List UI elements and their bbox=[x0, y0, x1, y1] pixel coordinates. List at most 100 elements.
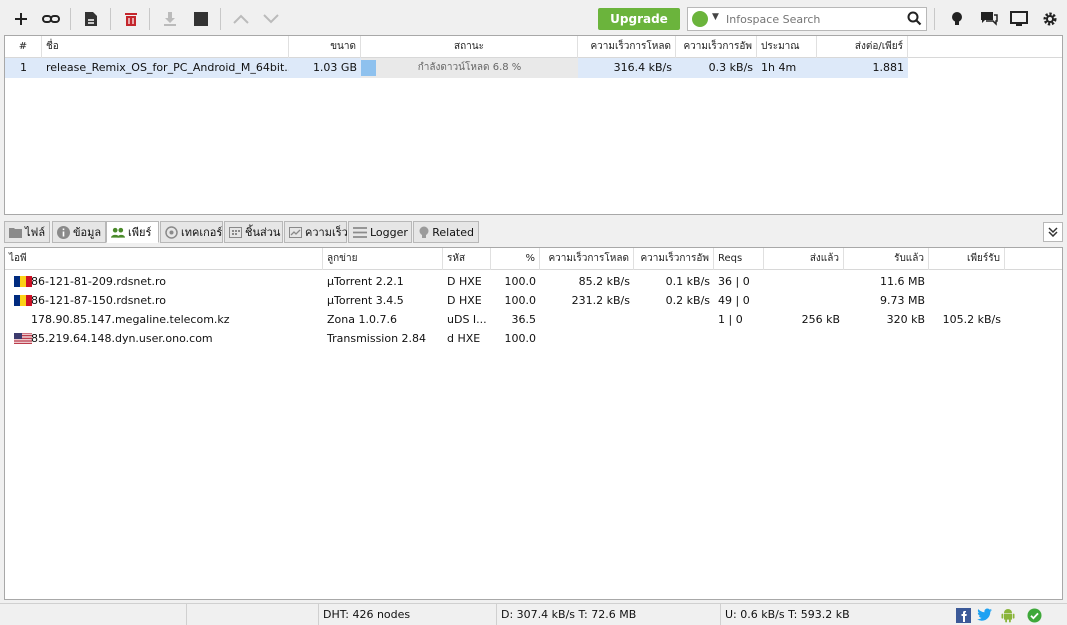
torrent-index: 1 bbox=[20, 61, 27, 74]
upgrade-button[interactable]: Upgrade bbox=[598, 8, 680, 30]
col-header-percent[interactable]: % bbox=[491, 248, 540, 270]
tab-trackers[interactable]: เทคเกอร์ bbox=[160, 221, 223, 243]
tab-label: Logger bbox=[370, 225, 408, 239]
delete-icon[interactable] bbox=[119, 7, 143, 31]
info-icon bbox=[57, 225, 70, 239]
peer-row[interactable]: 86-121-87-150.rdsnet.ro µTorrent 3.4.5 D H… bbox=[5, 291, 1005, 310]
tab-label: ความเร็ว bbox=[305, 226, 348, 239]
peer-row[interactable]: 85.219.64.148.dyn.user.ono.com Transmissi… bbox=[5, 329, 1005, 348]
torrent-status: กำลังดาวน์โหลด 6.8 % bbox=[361, 58, 578, 78]
torrent-row[interactable]: 1 release_Remix_OS_for_PC_Android_M_64bi… bbox=[5, 58, 908, 78]
peer-downloaded bbox=[844, 329, 929, 348]
status-ok-icon[interactable] bbox=[1026, 607, 1042, 623]
utorrent-logo-icon[interactable] bbox=[692, 11, 708, 27]
peer-percent: 100.0 bbox=[504, 275, 537, 288]
peers-icon bbox=[111, 225, 125, 239]
status-bar: DHT: 426 nodes D: 307.4 kB/s T: 72.6 MB … bbox=[0, 603, 1067, 625]
tab-peers[interactable]: เพียร์ bbox=[106, 221, 159, 243]
peer-down-speed: 85.2 kB/s bbox=[578, 275, 630, 288]
col-header-name[interactable]: ชื่อ bbox=[42, 36, 289, 58]
upload-status: U: 0.6 kB/s T: 593.2 kB bbox=[720, 604, 946, 625]
move-up-icon[interactable] bbox=[229, 7, 253, 31]
collapse-panel-button[interactable] bbox=[1043, 222, 1063, 242]
tab-speed[interactable]: ความเร็ว bbox=[284, 221, 348, 243]
torrent-ratio: 1.881 bbox=[872, 61, 905, 74]
peer-down-speed: 231.2 kB/s bbox=[571, 294, 630, 307]
peer-percent: 100.0 bbox=[504, 294, 537, 307]
add-link-icon[interactable] bbox=[39, 7, 63, 31]
tab-label: Related bbox=[432, 225, 474, 239]
peer-row[interactable]: 86-121-81-209.rdsnet.ro µTorrent 2.2.1 D H… bbox=[5, 272, 1005, 291]
col-header-status[interactable]: สถานะ bbox=[361, 36, 578, 58]
col-header-downloaded[interactable]: รับแล้ว bbox=[844, 248, 929, 270]
peer-flags: d HXE bbox=[447, 332, 481, 345]
tab-related[interactable]: Related bbox=[413, 221, 479, 243]
peer-client: Transmission 2.84 bbox=[327, 332, 427, 345]
col-header-peer-dl[interactable]: เพียร์รับ bbox=[929, 248, 1005, 270]
pieces-icon bbox=[229, 225, 242, 239]
status-cell-empty bbox=[186, 604, 318, 625]
peer-ip: 178.90.85.147.megaline.telecom.kz bbox=[31, 313, 230, 326]
torrent-status-text: กำลังดาวน์โหลด 6.8 % bbox=[417, 62, 522, 73]
col-header-size[interactable]: ขนาด bbox=[289, 36, 361, 58]
peer-ip: 85.219.64.148.dyn.user.ono.com bbox=[31, 332, 213, 345]
peer-up-speed bbox=[634, 310, 714, 329]
col-header-ratio[interactable]: ส่งต่อ/เพียร์ bbox=[817, 36, 908, 58]
col-header-flags[interactable]: รหัส bbox=[443, 248, 491, 270]
col-header-uploaded[interactable]: ส่งแล้ว bbox=[764, 248, 844, 270]
peer-up-speed: 0.1 kB/s bbox=[665, 275, 710, 288]
tab-label: ไฟล์ bbox=[25, 226, 46, 239]
tab-info[interactable]: ข้อมูล bbox=[52, 221, 106, 243]
move-down-icon[interactable] bbox=[259, 7, 283, 31]
peer-percent: 36.5 bbox=[511, 313, 537, 326]
peer-flags: D HXE bbox=[447, 275, 482, 288]
search-icon[interactable] bbox=[907, 11, 922, 29]
peer-ip: 86-121-87-150.rdsnet.ro bbox=[31, 294, 166, 307]
col-header-up-speed[interactable]: ความเร็วการอัพ bbox=[676, 36, 757, 58]
tab-logger[interactable]: Logger bbox=[348, 221, 412, 243]
tab-label: เพียร์ bbox=[128, 226, 152, 239]
chart-icon bbox=[289, 225, 302, 239]
create-torrent-icon[interactable] bbox=[79, 7, 103, 31]
col-header-index[interactable]: # bbox=[5, 36, 42, 58]
stop-icon[interactable] bbox=[189, 7, 213, 31]
peer-reqs: 36 | 0 bbox=[718, 275, 750, 288]
double-chevron-down-icon bbox=[1048, 227, 1058, 237]
remote-monitor-icon[interactable] bbox=[1007, 7, 1031, 31]
col-header-ip[interactable]: ไอพี bbox=[5, 248, 323, 270]
col-header-reqs[interactable]: Reqs bbox=[714, 248, 764, 270]
facebook-icon[interactable] bbox=[955, 607, 971, 623]
peer-uploaded bbox=[764, 329, 844, 348]
peer-down-speed bbox=[540, 310, 634, 329]
col-header-down-speed[interactable]: ความเร็วการโหลด bbox=[578, 36, 676, 58]
add-torrent-icon[interactable] bbox=[9, 7, 33, 31]
list-icon bbox=[353, 225, 367, 239]
peer-row[interactable]: 178.90.85.147.megaline.telecom.kz Zona 1.… bbox=[5, 310, 1005, 329]
peer-dl-speed bbox=[929, 291, 1005, 310]
peer-uploaded bbox=[764, 272, 844, 291]
chevron-down-icon[interactable]: ▼ bbox=[712, 12, 719, 22]
torrent-size: 1.03 GB bbox=[312, 61, 357, 74]
col-header-client[interactable]: ลูกข่าย bbox=[323, 248, 443, 270]
peer-dl-speed bbox=[929, 272, 1005, 291]
tab-pieces[interactable]: ชิ้นส่วน bbox=[224, 221, 283, 243]
col-header-up-speed[interactable]: ความเร็วการอัพ bbox=[634, 248, 714, 270]
lightbulb-icon[interactable] bbox=[945, 7, 969, 31]
twitter-icon[interactable] bbox=[977, 607, 993, 623]
tab-files[interactable]: ไฟล์ bbox=[4, 221, 50, 243]
search-input[interactable] bbox=[726, 10, 902, 28]
torrent-up-speed: 0.3 kB/s bbox=[708, 61, 753, 74]
peer-ip: 86-121-81-209.rdsnet.ro bbox=[31, 275, 166, 288]
android-icon[interactable] bbox=[1000, 607, 1016, 623]
peer-dl-speed bbox=[929, 329, 1005, 348]
chat-icon[interactable] bbox=[977, 7, 1001, 31]
peer-client: Zona 1.0.7.6 bbox=[327, 313, 397, 326]
peer-flags: D HXE bbox=[447, 294, 482, 307]
peer-uploaded: 256 kB bbox=[801, 313, 840, 326]
download-icon[interactable] bbox=[158, 7, 182, 31]
download-status: D: 307.4 kB/s T: 72.6 MB bbox=[496, 604, 720, 625]
col-header-down-speed[interactable]: ความเร็วการโหลด bbox=[540, 248, 634, 270]
gear-icon[interactable] bbox=[1038, 7, 1062, 31]
peer-downloaded: 11.6 MB bbox=[879, 275, 925, 288]
col-header-eta[interactable]: ประมาณ bbox=[757, 36, 817, 58]
